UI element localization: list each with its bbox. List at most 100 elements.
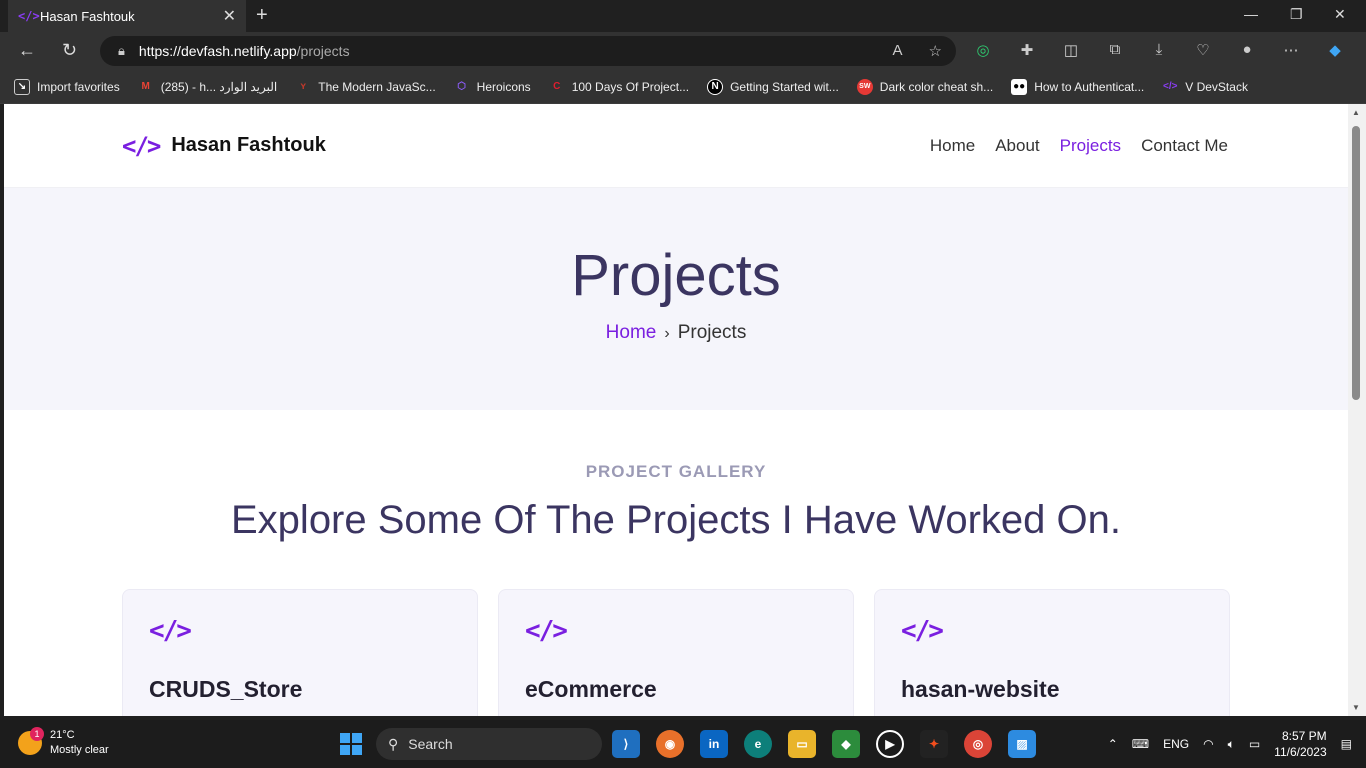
close-window-icon[interactable]: ✕ (1334, 6, 1346, 23)
project-card[interactable]: </> hasan-website (874, 589, 1230, 716)
minimize-icon[interactable]: — (1244, 6, 1258, 22)
site-header: </> Hasan Fashtouk Home About Projects C… (4, 104, 1348, 188)
split-screen-icon[interactable]: ◫ (1060, 41, 1082, 59)
page-title: Projects (571, 243, 781, 308)
read-aloud-icon[interactable]: A (893, 42, 903, 60)
site-logo-text[interactable]: Hasan Fashtouk (171, 134, 929, 157)
code-logo-icon[interactable]: </> (122, 132, 161, 160)
javascript-info-icon: ʏ (300, 81, 307, 92)
downloads-icon[interactable]: ⤓ (1148, 41, 1170, 59)
profile-avatar[interactable]: ● (1236, 41, 1258, 59)
browser-tab[interactable]: </> Hasan Fashtouk ✕ (8, 0, 246, 32)
code-icon: </> (525, 616, 568, 646)
lock-icon: 🔒︎ (118, 43, 125, 58)
weather-sun-icon: 1 (18, 727, 44, 755)
date: 11/6/2023 (1274, 745, 1327, 759)
clock[interactable]: 8:57 PM 11/6/2023 (1274, 728, 1327, 760)
browser-title-bar: </> Hasan Fashtouk ✕ + — ❐ ✕ (0, 0, 1366, 32)
bookmark-item[interactable]: M (285) - h... البريد الوارد (138, 79, 278, 95)
page-scrollbar[interactable]: ▲ ▼ (1348, 104, 1366, 716)
project-name: eCommerce (525, 676, 657, 702)
git-icon[interactable]: ◆ (832, 730, 860, 758)
project-card[interactable]: </> CRUDS_Store (122, 589, 478, 716)
project-gallery: PROJECT GALLERY Explore Some Of The Proj… (4, 410, 1348, 716)
project-card[interactable]: </> eCommerce (498, 589, 854, 716)
edge-icon[interactable]: e (744, 730, 772, 758)
new-tab-button[interactable]: + (256, 4, 268, 27)
bookmark-item[interactable]: ↘ Import favorites (14, 78, 120, 95)
scroll-down-icon[interactable]: ▼ (1352, 703, 1360, 712)
temperature: 21°C (50, 729, 75, 741)
code-icon: </> (149, 616, 192, 646)
url-field[interactable]: 🔒︎ https://devfash.netlify.app/projects … (100, 36, 956, 66)
gmail-icon: M (141, 81, 150, 92)
scrollbar-thumb[interactable] (1352, 126, 1360, 400)
collections-icon[interactable]: ⧉ (1104, 41, 1126, 59)
extension-target-icon[interactable]: ◎ (972, 41, 994, 59)
media-player-icon[interactable]: ▶ (876, 730, 904, 758)
code-icon: </> (901, 616, 944, 646)
bookmark-item[interactable]: ʏ The Modern JavaSc... (295, 79, 435, 95)
extensions-puzzle-icon[interactable]: ✚ (1016, 41, 1038, 59)
project-name: CRUDS_Store (149, 676, 303, 702)
project-name: hasan-website (901, 676, 1060, 702)
main-nav: Home About Projects Contact Me (930, 136, 1228, 156)
nav-contact[interactable]: Contact Me (1141, 136, 1228, 156)
bookmark-item[interactable]: ●● How to Authenticat... (1011, 78, 1144, 95)
volume-icon[interactable]: 🔈︎ (1228, 737, 1235, 752)
battery-icon[interactable]: ▭ (1249, 737, 1260, 751)
page-viewport: </> Hasan Fashtouk Home About Projects C… (4, 104, 1348, 716)
chevron-right-icon: › (664, 325, 670, 342)
nav-projects[interactable]: Projects (1060, 136, 1121, 156)
sw-icon: SW (856, 78, 873, 95)
back-arrow-icon[interactable]: ← (18, 40, 36, 61)
search-label: Search (408, 736, 453, 752)
photos-icon[interactable]: ▨ (1008, 730, 1036, 758)
bookmark-item[interactable]: N Getting Started wit... (707, 78, 839, 95)
wifi-icon[interactable]: ◠ (1203, 737, 1213, 751)
notifications-icon[interactable]: ▤ (1341, 737, 1352, 751)
address-bar-row: ← ↻ 🔒︎ https://devfash.netlify.app/proje… (0, 32, 1366, 70)
copilot-icon[interactable]: ◆ (1324, 41, 1346, 59)
favorite-star-icon[interactable]: ☆ (929, 42, 942, 60)
bookmark-item[interactable]: </> V DevStack (1162, 79, 1248, 95)
chevron-up-icon[interactable]: ⌃ (1108, 737, 1118, 751)
time: 8:57 PM (1281, 729, 1327, 743)
close-tab-icon[interactable]: ✕ (223, 6, 236, 26)
keyboard-icon[interactable]: ⌨ (1132, 737, 1149, 751)
linkedin-icon[interactable]: in (700, 730, 728, 758)
vscode-icon[interactable]: ⟩ (612, 730, 640, 758)
bookmark-item[interactable]: SW Dark color cheat sh... (856, 78, 993, 95)
browser-essentials-icon[interactable]: ♡ (1192, 41, 1214, 59)
search-icon: ⚲ (388, 735, 399, 752)
project-cards: </> CRUDS_Store </> eCommerce </> hasan-… (4, 589, 1348, 716)
bookmark-item[interactable]: ⬡ Heroicons (454, 79, 530, 95)
breadcrumb-current: Projects (677, 322, 747, 343)
taskbar-search[interactable]: ⚲ Search (376, 728, 602, 760)
reload-icon[interactable]: ↻ (62, 40, 77, 61)
bookmark-item[interactable]: C 100 Days Of Project... (549, 79, 689, 95)
language-indicator[interactable]: ENG (1163, 737, 1189, 751)
windows-start-icon[interactable] (340, 733, 362, 755)
import-icon: ↘ (14, 78, 30, 95)
firefox-icon[interactable]: ◉ (656, 730, 684, 758)
settings-more-icon[interactable]: ⋯ (1280, 41, 1302, 59)
file-explorer-icon[interactable]: ▭ (788, 730, 816, 758)
figma-icon[interactable]: ✦ (920, 730, 948, 758)
nav-home[interactable]: Home (930, 136, 975, 156)
nextjs-icon: N (707, 78, 724, 95)
url-host: https://devfash.netlify.app (138, 43, 297, 59)
gallery-eyebrow: PROJECT GALLERY (585, 462, 767, 481)
devstack-icon: </> (1163, 81, 1178, 92)
maximize-icon[interactable]: ❐ (1290, 6, 1303, 23)
weather-widget[interactable]: 1 21°C Mostly clear (18, 727, 109, 758)
medium-icon: ●● (1011, 78, 1028, 95)
weather-description: Mostly clear (50, 744, 109, 756)
chrome-icon[interactable]: ◎ (964, 730, 992, 758)
scroll-up-icon[interactable]: ▲ (1352, 108, 1360, 117)
gallery-heading: Explore Some Of The Projects I Have Work… (231, 498, 1121, 542)
system-tray: ⌃ ⌨ ENG ◠ 🔈︎ ▭ 8:57 PM 11/6/2023 ▤ (1108, 728, 1352, 760)
breadcrumb-home-link[interactable]: Home (606, 322, 657, 343)
breadcrumb: Home › Projects (4, 322, 1348, 344)
nav-about[interactable]: About (995, 136, 1039, 156)
